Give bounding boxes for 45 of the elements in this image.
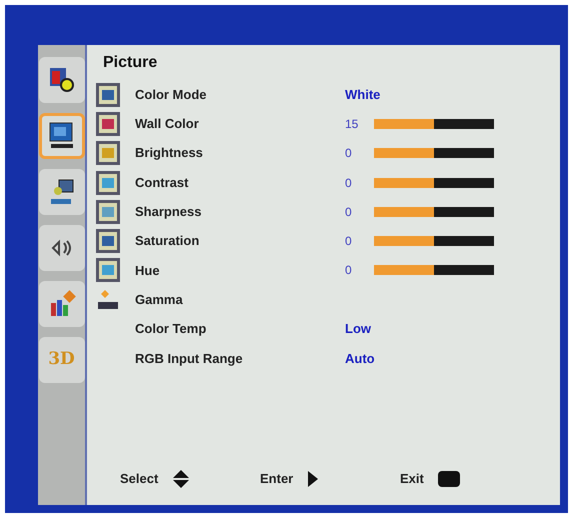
slider-track[interactable] — [374, 178, 494, 188]
slider-track[interactable] — [374, 118, 494, 129]
slider-track[interactable] — [374, 265, 494, 276]
setting-icon — [95, 198, 121, 225]
hint-label: Exit — [400, 470, 424, 488]
right-arrow-icon — [307, 470, 320, 488]
slider-reading: 0 — [345, 262, 353, 280]
slider-reading: 0 — [345, 145, 353, 162]
sidebar-tab[interactable]: 3D — [38, 337, 84, 383]
setting-icon — [95, 82, 121, 108]
slider-track[interactable] — [374, 236, 494, 246]
setting-icon — [95, 228, 121, 254]
setting-icon — [95, 140, 121, 166]
setting-label: Color Temp — [135, 320, 208, 338]
setting-icon — [95, 110, 121, 137]
setting-label: Wall Color — [135, 115, 200, 134]
gamma-icon — [95, 288, 121, 312]
slider-track[interactable] — [374, 148, 494, 158]
menu-key-icon — [438, 471, 460, 487]
setting-label: Sharpness — [135, 203, 202, 222]
setting-label: Gamma — [135, 290, 184, 309]
slider-track[interactable] — [374, 206, 494, 217]
hint-label: Enter — [260, 470, 294, 488]
slider-reading: 0 — [345, 174, 353, 192]
setting-label: Hue — [135, 262, 161, 280]
setting-value: White — [345, 86, 380, 104]
setting-label: Saturation — [135, 232, 200, 250]
sidebar-tab[interactable] — [38, 113, 84, 159]
sidebar-tab[interactable] — [38, 57, 84, 103]
setting-value: Auto — [345, 350, 375, 368]
up-down-arrow-icon — [172, 469, 190, 489]
panel-title: Picture — [102, 53, 158, 73]
setting-icon — [95, 170, 121, 196]
slider-reading: 0 — [345, 204, 353, 221]
sidebar-tab[interactable] — [38, 169, 84, 215]
hint-label: Select — [120, 470, 158, 488]
setting-value: Low — [345, 320, 371, 338]
setting-label: Color Mode — [135, 86, 208, 104]
setting-label: Contrast — [135, 174, 190, 192]
slider-reading: 0 — [345, 233, 353, 250]
sidebar-tab[interactable] — [38, 225, 84, 271]
setting-icon — [95, 257, 121, 284]
setting-label: Brightness — [135, 144, 204, 162]
slider-reading: 15 — [345, 116, 360, 133]
setting-label: RGB Input Range — [135, 350, 244, 368]
